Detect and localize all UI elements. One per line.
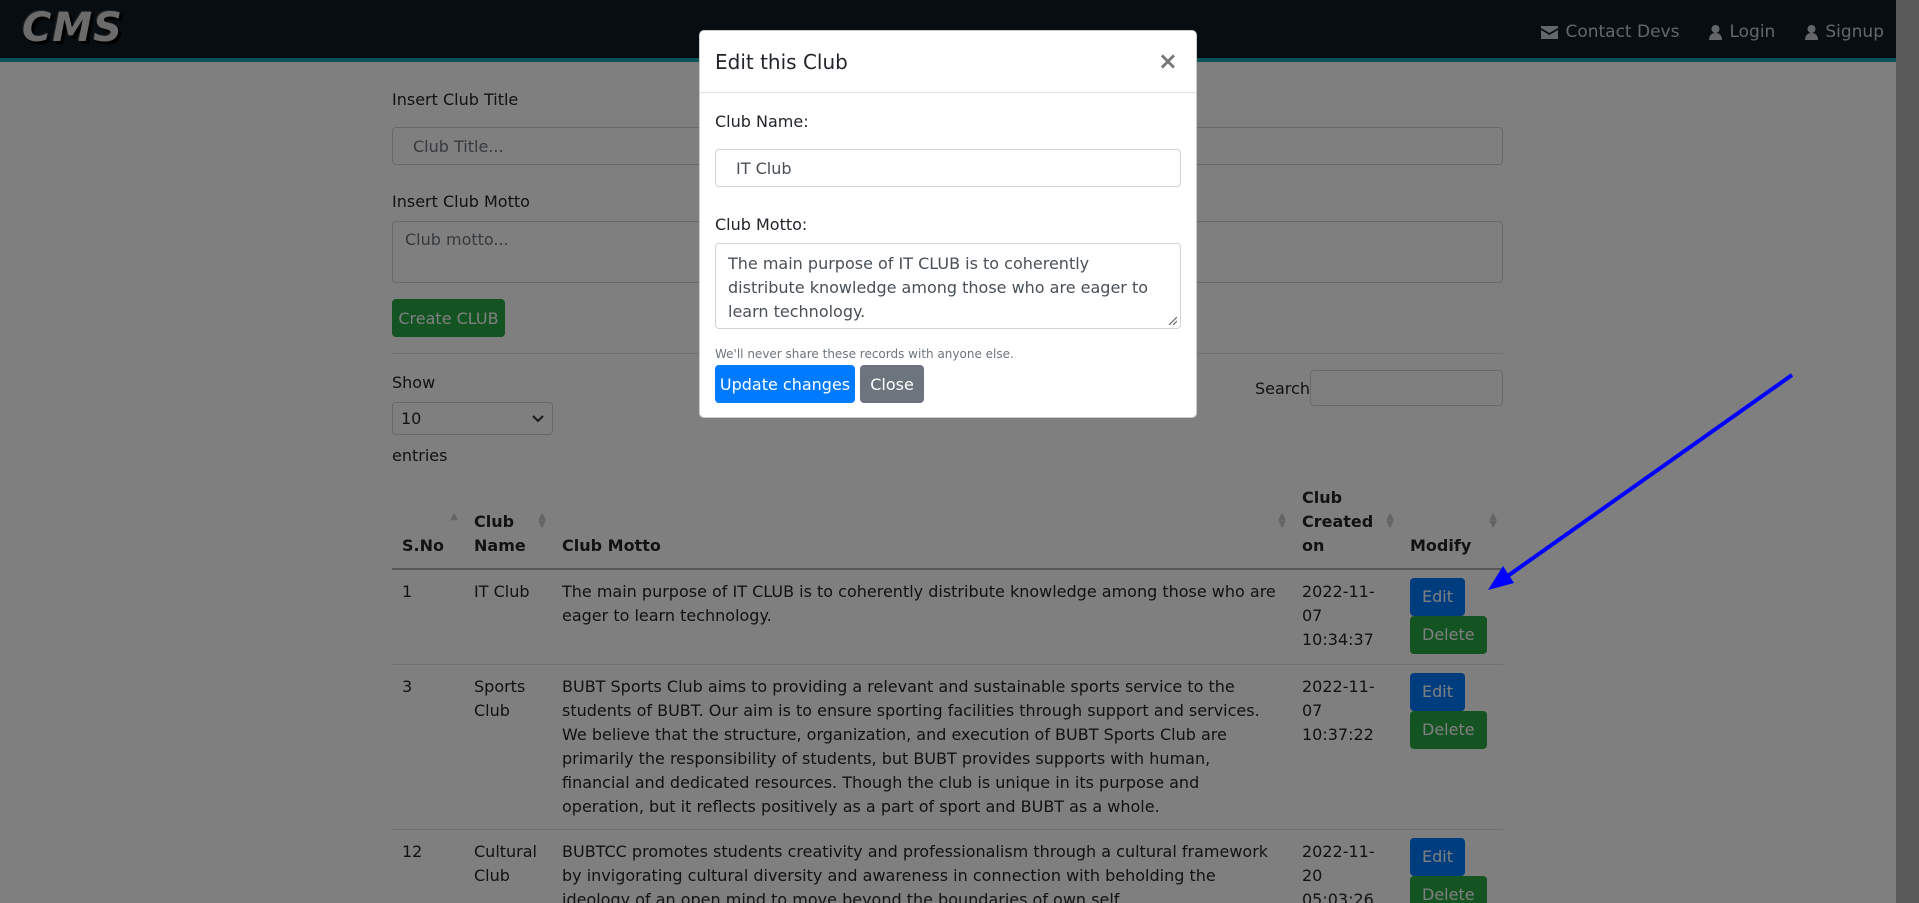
close-button[interactable]: Close	[860, 365, 924, 403]
close-icon[interactable]: ×	[1158, 47, 1178, 75]
resize-handle-icon[interactable]	[1167, 315, 1177, 325]
club-name-input[interactable]: IT Club	[715, 149, 1181, 187]
club-motto-value: The main purpose of IT CLUB is to cohere…	[728, 254, 1149, 321]
modal-title: Edit this Club	[715, 50, 848, 74]
club-name-label: Club Name:	[715, 112, 809, 131]
club-motto-textarea[interactable]: The main purpose of IT CLUB is to cohere…	[715, 243, 1181, 329]
edit-club-modal: Edit this Club × Club Name: IT Club Club…	[699, 30, 1197, 418]
modal-header: Edit this Club ×	[700, 31, 1196, 93]
update-changes-button[interactable]: Update changes	[715, 365, 855, 403]
club-motto-label: Club Motto:	[715, 215, 808, 234]
privacy-note: We'll never share these records with any…	[715, 347, 1014, 361]
